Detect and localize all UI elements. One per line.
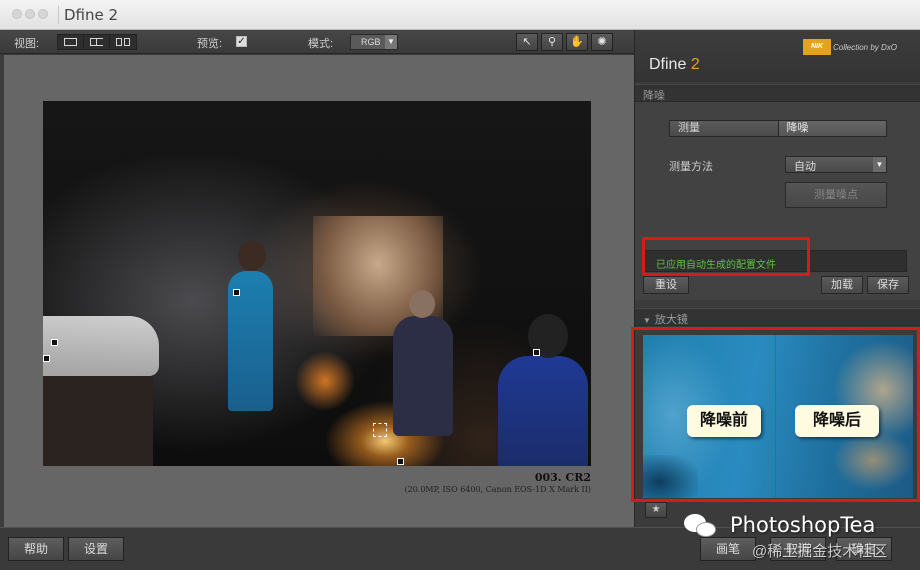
control-point[interactable] bbox=[43, 355, 50, 362]
preview-image[interactable] bbox=[43, 101, 591, 466]
single-view-icon bbox=[64, 38, 77, 46]
brush-button[interactable]: 画笔 bbox=[700, 537, 756, 561]
noise-tabs: 测量 降噪 bbox=[669, 120, 887, 137]
light-bulb-icon[interactable]: ✺ bbox=[591, 33, 613, 51]
tab-reduce[interactable]: 降噪 bbox=[778, 121, 886, 136]
method-label: 测量方法 bbox=[669, 161, 713, 173]
save-button[interactable]: 保存 bbox=[867, 276, 909, 294]
single-view-button[interactable] bbox=[58, 35, 84, 49]
preview-label: 预览: bbox=[197, 38, 223, 50]
view-label: 视图: bbox=[14, 38, 40, 50]
reset-button[interactable]: 重设 bbox=[643, 276, 689, 294]
loupe-view[interactable]: 降噪前 降噪后 bbox=[643, 335, 913, 498]
magnifier-icon[interactable]: ⚲ bbox=[541, 33, 563, 51]
loupe-section-header[interactable]: ▼ 放大镜 bbox=[635, 308, 920, 326]
window-controls[interactable] bbox=[12, 9, 52, 21]
title-bar: Dfine 2 bbox=[0, 0, 920, 30]
settings-button[interactable]: 设置 bbox=[68, 537, 124, 561]
wechat-icon bbox=[682, 510, 718, 540]
noise-section-header[interactable]: 降噪 bbox=[635, 84, 920, 102]
hand-icon[interactable]: ✋ bbox=[566, 33, 588, 51]
watermark-text: PhotoshopTea bbox=[730, 513, 876, 537]
product-title: Dfine 2 bbox=[649, 56, 700, 73]
arrow-pointer-icon[interactable]: ↖ bbox=[516, 33, 538, 51]
watermark: PhotoshopTea bbox=[682, 510, 875, 540]
control-point[interactable] bbox=[233, 289, 240, 296]
pin-icon[interactable]: ★ bbox=[645, 502, 667, 518]
collapse-triangle-icon: ▼ bbox=[643, 316, 651, 325]
view-mode-group bbox=[57, 34, 137, 50]
chevron-down-icon: ▼ bbox=[873, 157, 886, 172]
collection-label: Collection by DxO bbox=[833, 43, 898, 52]
control-point-selected[interactable] bbox=[373, 423, 387, 437]
side-by-side-icon bbox=[116, 38, 122, 46]
mode-select[interactable]: RGB ▼ bbox=[350, 34, 398, 50]
preview-checkbox[interactable]: ✓ bbox=[236, 36, 247, 47]
method-value: 自动 bbox=[794, 161, 816, 173]
control-point[interactable] bbox=[533, 349, 540, 356]
title-separator bbox=[58, 6, 59, 24]
file-name: 003. CR2 bbox=[534, 471, 591, 484]
method-dropdown[interactable]: 自动 ▼ bbox=[785, 156, 887, 173]
top-toolbar: 视图: 预览: ✓ 模式: RGB ▼ ↖ ⚲ ✋ ✺ bbox=[0, 30, 634, 54]
load-button[interactable]: 加载 bbox=[821, 276, 863, 294]
loupe-split-line[interactable] bbox=[775, 335, 776, 498]
control-point[interactable] bbox=[51, 339, 58, 346]
watermark-subtext: @稀土掘金技术社区 bbox=[752, 543, 888, 560]
mode-value: RGB bbox=[361, 37, 381, 47]
tab-measure[interactable]: 测量 bbox=[670, 121, 779, 136]
split-view-button[interactable] bbox=[84, 35, 110, 49]
mode-label: 模式: bbox=[308, 38, 334, 50]
control-point[interactable] bbox=[397, 458, 404, 465]
measure-noise-button[interactable]: 测量噪点 bbox=[785, 182, 887, 208]
right-panel: NIK Collection by DxO Dfine 2 降噪 测量 降噪 测… bbox=[631, 30, 920, 527]
chevron-down-icon: ▼ bbox=[385, 35, 397, 49]
side-by-side-button[interactable] bbox=[110, 35, 136, 49]
tool-group: ↖ ⚲ ✋ ✺ bbox=[516, 33, 613, 51]
status-highlight-box bbox=[642, 237, 810, 276]
file-metadata: (20.0MP, ISO 6400, Canon EOS-1D X Mark I… bbox=[404, 485, 592, 494]
before-callout: 降噪前 bbox=[687, 405, 761, 437]
preview-canvas[interactable]: 003. CR2 (20.0MP, ISO 6400, Canon EOS-1D… bbox=[0, 55, 634, 527]
after-callout: 降噪后 bbox=[795, 405, 879, 437]
nik-logo: NIK bbox=[803, 39, 831, 55]
window-title: Dfine 2 bbox=[64, 6, 119, 24]
noise-section-body: 测量 降噪 测量方法 自动 ▼ 测量噪点 已应用自动生成的配置文件 重设 加载 … bbox=[635, 102, 920, 300]
split-view-icon bbox=[90, 38, 103, 46]
brand-header: NIK Collection by DxO Dfine 2 bbox=[635, 30, 920, 82]
help-button[interactable]: 帮助 bbox=[8, 537, 64, 561]
